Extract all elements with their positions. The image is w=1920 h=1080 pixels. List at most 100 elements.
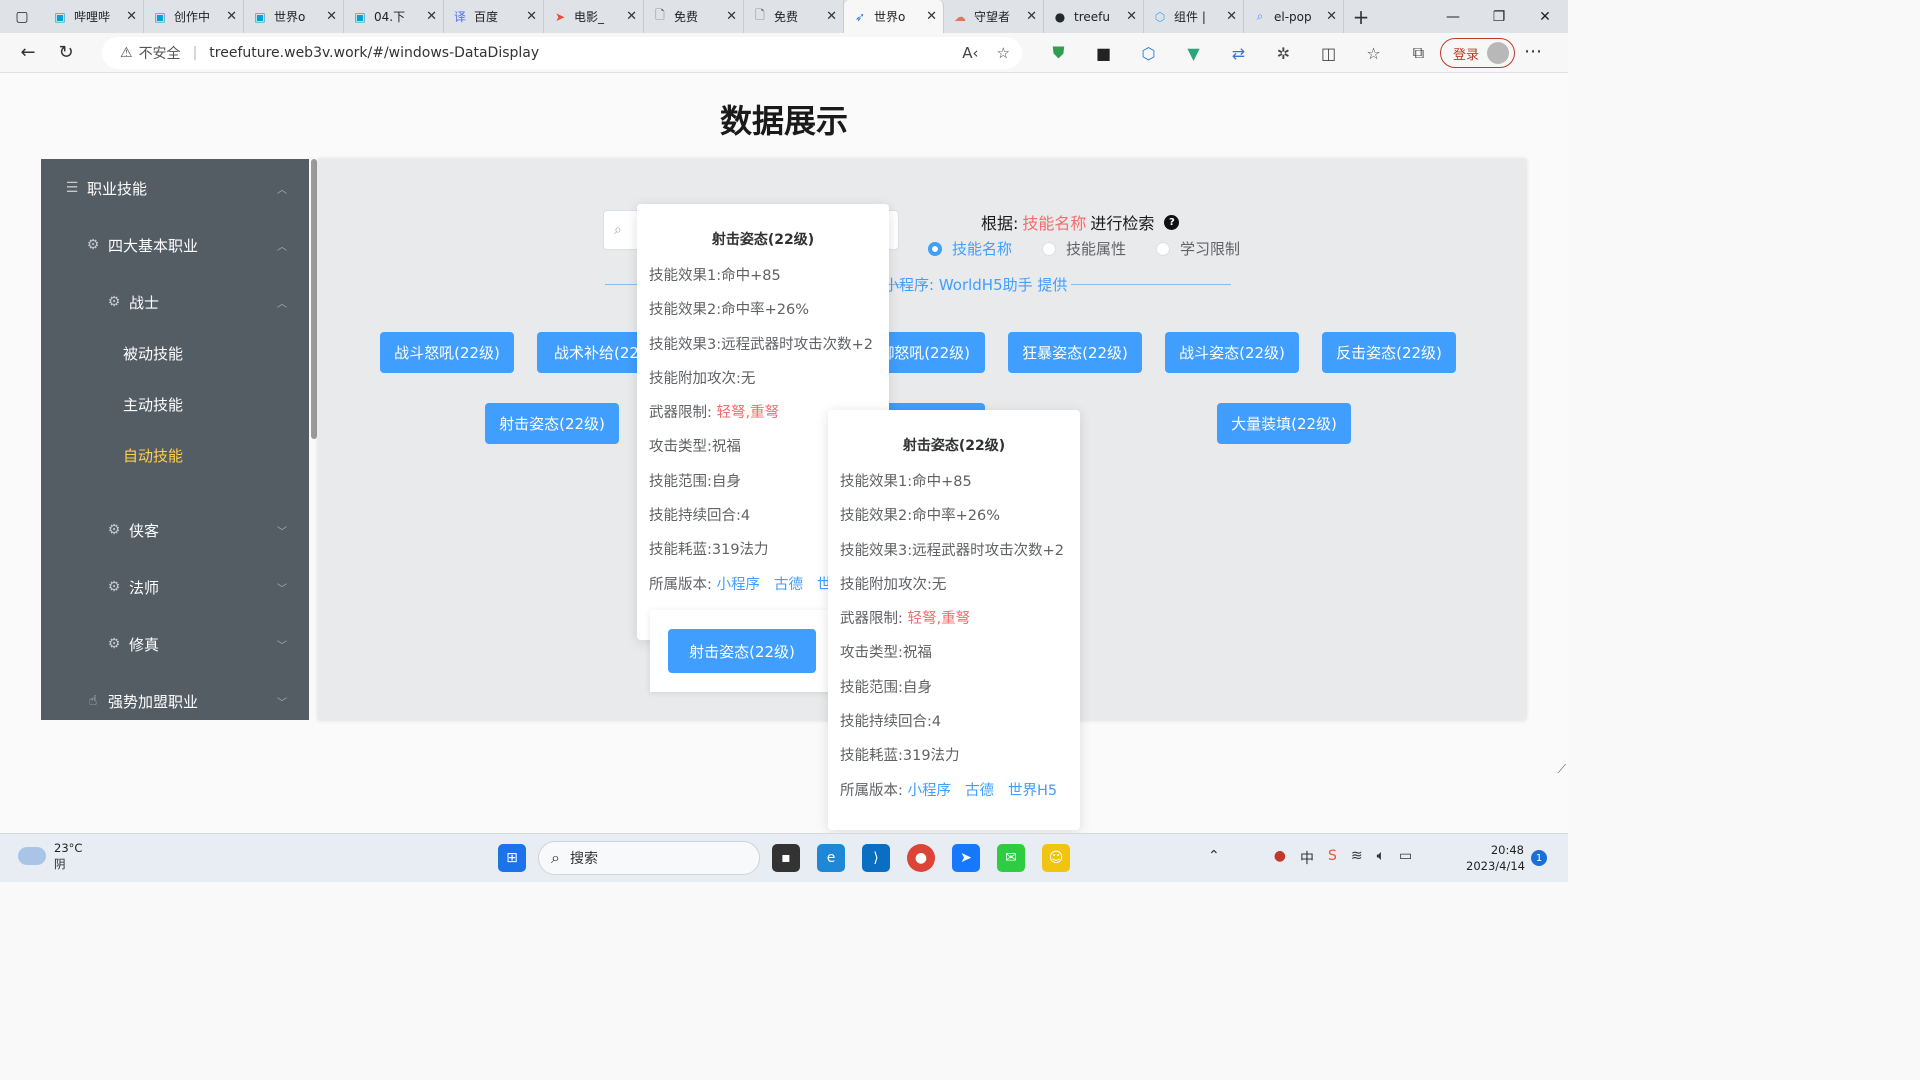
qq-icon[interactable]: ● — [1274, 848, 1286, 868]
skill-button[interactable]: 战斗怒吼(22级) — [380, 332, 514, 373]
close-tab-icon[interactable]: ✕ — [1026, 9, 1037, 24]
volume-icon[interactable]: 🔈︎ — [1377, 848, 1385, 868]
sidebar-item[interactable]: 自动技能 — [41, 427, 309, 483]
url-separator: | — [192, 45, 198, 61]
task-view-icon[interactable]: ▪ — [772, 844, 800, 872]
browser-tab[interactable]: ▣ 创作中 ✕ — [144, 0, 244, 33]
sidebar-item[interactable]: ⚙ 战士 ︿ — [41, 274, 309, 330]
close-tab-icon[interactable]: ✕ — [726, 9, 737, 24]
sidebar-item[interactable]: ⚙ 侠客 ﹀ — [41, 502, 309, 558]
sidebar-item[interactable]: 主动技能 — [41, 376, 309, 432]
close-tab-icon[interactable]: ✕ — [126, 9, 137, 24]
version-link[interactable]: 小程序 — [908, 783, 952, 799]
back-icon[interactable]: ← — [10, 35, 46, 71]
split-screen-icon[interactable]: ◫ — [1306, 44, 1351, 63]
radio-option[interactable]: 技能属性 — [1042, 238, 1126, 259]
sidebar-item[interactable]: ⚙ 修真 ﹀ — [41, 616, 309, 672]
vue-devtools-icon[interactable]: ▼ — [1171, 44, 1216, 63]
browser-tab[interactable]: ☁ 守望者 ✕ — [944, 0, 1044, 33]
browser-tab[interactable]: ▣ 04.下 ✕ — [344, 0, 444, 33]
skill-button[interactable]: 防御怒吼(22级) — [880, 332, 985, 373]
browser-tab[interactable]: ▣ 哔哩哔 ✕ — [44, 0, 144, 33]
skill-button[interactable]: 大量装填(22级) — [1217, 403, 1351, 444]
close-tab-icon[interactable]: ✕ — [226, 9, 237, 24]
sync-extension-icon[interactable]: ⇄ — [1216, 44, 1261, 63]
sidebar-item[interactable]: ☰ 职业技能 ︿ — [41, 160, 309, 216]
sidebar-item[interactable]: 被动技能 — [41, 325, 309, 381]
start-menu-icon[interactable]: ⊞ — [498, 844, 526, 872]
sidebar-item-label: 四大基本职业 — [108, 236, 199, 255]
browser-tab[interactable]: ▣ 世界o ✕ — [244, 0, 344, 33]
close-tab-icon[interactable]: ✕ — [826, 9, 837, 24]
cube-extension-icon[interactable]: ⬡ — [1126, 44, 1171, 63]
chevron-up-icon[interactable]: ⌃ — [1208, 848, 1220, 868]
browser-tab[interactable]: ⬡ 组件 | ✕ — [1144, 0, 1244, 33]
close-tab-icon[interactable]: ✕ — [926, 9, 937, 24]
more-menu-icon[interactable]: ⋯ — [1524, 41, 1542, 62]
browser-tab[interactable]: ➶ 世界o ✕ — [844, 0, 944, 33]
browser-tab[interactable]: ➤ 电影_ ✕ — [544, 0, 644, 33]
restore-icon[interactable]: ❐ — [1476, 0, 1522, 33]
shield-extension-icon[interactable]: ⛊ — [1036, 43, 1081, 63]
favorites-icon[interactable]: ☆ — [1351, 44, 1396, 63]
sidebar-item[interactable]: ☝ 强势加盟职业 ﹀ — [41, 673, 309, 720]
close-tab-icon[interactable]: ✕ — [526, 9, 537, 24]
weather-widget[interactable]: 23°C 阴 — [18, 840, 82, 872]
radio-option[interactable]: 学习限制 — [1156, 238, 1240, 259]
sidebar-item[interactable]: ⚙ 四大基本职业 ︿ — [41, 217, 309, 273]
browser-tab[interactable]: ⌕ el-pop ✕ — [1244, 0, 1344, 33]
recorder-extension-icon[interactable]: ■ — [1081, 44, 1126, 63]
inner-skill-button[interactable]: 射击姿态(22级) — [668, 629, 816, 673]
skill-button[interactable]: 狂暴姿态(22级) — [1008, 332, 1142, 373]
tab-actions-icon[interactable]: ▢ — [0, 0, 44, 33]
wechat-icon[interactable]: ✉ — [997, 844, 1025, 872]
radio-option[interactable]: 技能名称 — [928, 238, 1012, 259]
notification-badge[interactable]: 1 — [1531, 850, 1547, 866]
edge-browser-icon[interactable]: e — [817, 844, 845, 872]
read-aloud-icon[interactable]: A‹ — [962, 44, 978, 62]
ftp-app-icon[interactable]: ☺ — [1042, 844, 1070, 872]
close-tab-icon[interactable]: ✕ — [326, 9, 337, 24]
favorite-add-icon[interactable]: ☆ — [997, 44, 1010, 62]
wifi-icon[interactable]: ≋ — [1351, 848, 1363, 868]
version-link[interactable]: 古德 — [774, 577, 803, 593]
clock[interactable]: 20:48 2023/4/14 — [1466, 842, 1525, 874]
sogou-icon[interactable]: S — [1328, 848, 1337, 868]
url-field[interactable]: ⚠ 不安全 | treefuture.web3v.work/#/windows-… — [102, 37, 1022, 69]
temperature: 23°C — [54, 841, 83, 855]
close-window-icon[interactable]: ✕ — [1522, 0, 1568, 33]
version-link[interactable]: 小程序 — [717, 577, 761, 593]
resize-handle-icon[interactable]: ⟋ — [1558, 762, 1566, 777]
browser-tab[interactable]: 译百度 ✕ — [444, 0, 544, 33]
collections-icon[interactable]: ⧉ — [1396, 43, 1441, 63]
browser-tab[interactable]: 🗋 免费 ✕ — [644, 0, 744, 33]
skill-button[interactable]: 战斗姿态(22级) — [1165, 332, 1299, 373]
new-tab-button[interactable]: + — [1344, 0, 1378, 33]
skill-button[interactable]: 反击姿态(22级) — [1322, 332, 1456, 373]
taskbar-search[interactable]: ⌕ 搜索 — [538, 841, 760, 875]
browser-tab[interactable]: ● treefu ✕ — [1044, 0, 1144, 33]
popover-effect-1: 技能效果1:命中+85 — [840, 474, 972, 490]
close-tab-icon[interactable]: ✕ — [426, 9, 437, 24]
browser-tab[interactable]: 🗋 免费 ✕ — [744, 0, 844, 33]
close-tab-icon[interactable]: ✕ — [1326, 9, 1337, 24]
skill-button[interactable]: 射击姿态(22级) — [485, 403, 619, 444]
help-icon[interactable]: ? — [1164, 214, 1180, 230]
version-link[interactable]: 世界H5 — [1008, 783, 1057, 799]
battery-icon[interactable]: ▭ — [1399, 848, 1412, 868]
login-button[interactable]: 登录 — [1440, 38, 1515, 68]
close-tab-icon[interactable]: ✕ — [1226, 9, 1237, 24]
minimize-icon[interactable]: — — [1430, 0, 1476, 33]
version-link[interactable]: 古德 — [965, 783, 994, 799]
skill-button[interactable]: 战术补给(22级) — [537, 332, 647, 373]
input-method-icon[interactable]: 中 — [1300, 848, 1314, 868]
feishu-icon[interactable]: ➤ — [952, 844, 980, 872]
close-tab-icon[interactable]: ✕ — [1126, 9, 1137, 24]
close-tab-icon[interactable]: ✕ — [626, 9, 637, 24]
chrome-icon[interactable]: ● — [907, 844, 935, 872]
sidebar-scrollbar[interactable] — [311, 159, 317, 439]
extensions-icon[interactable]: ✲ — [1261, 44, 1306, 63]
sidebar-item[interactable]: ⚙ 法师 ﹀ — [41, 559, 309, 615]
refresh-icon[interactable]: ↻ — [48, 35, 84, 71]
vscode-icon[interactable]: ⟩ — [862, 844, 890, 872]
